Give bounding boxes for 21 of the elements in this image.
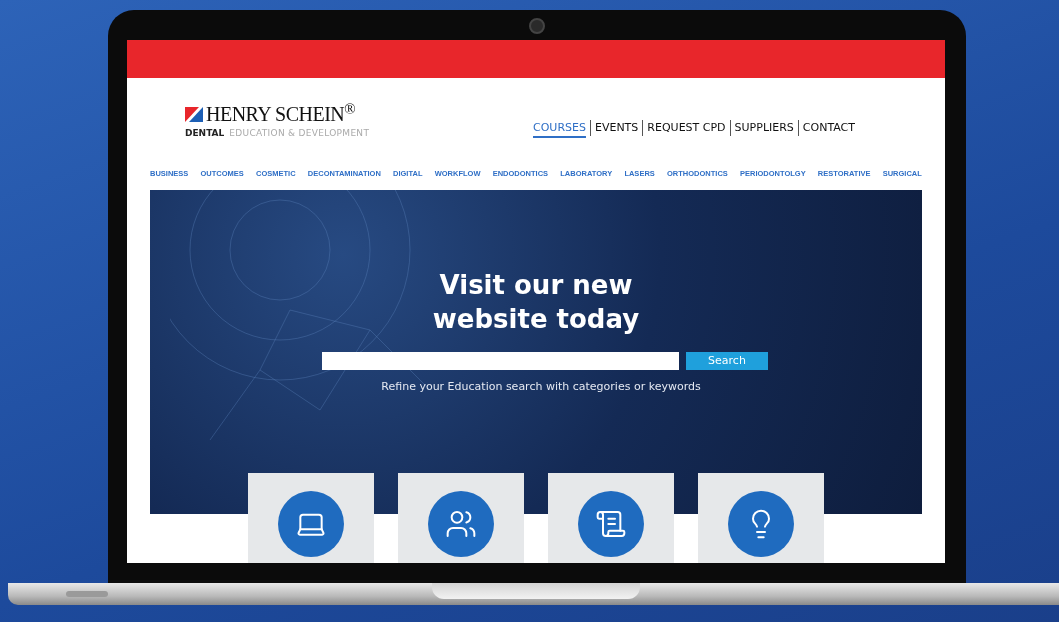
- nav-link[interactable]: COURSES: [529, 120, 590, 136]
- category-card[interactable]: [248, 473, 374, 563]
- search-field[interactable]: [322, 352, 679, 370]
- category-card[interactable]: [548, 473, 674, 563]
- people-icon: [445, 508, 477, 540]
- tagline: EDUCATION & DEVELOPMENT: [229, 127, 370, 140]
- category-card[interactable]: [398, 473, 524, 563]
- nav-link[interactable]: CONTACT: [797, 120, 859, 136]
- nav-link[interactable]: EVENTS: [589, 120, 643, 136]
- scroll-icon: [595, 508, 627, 540]
- search-button[interactable]: Search: [686, 352, 768, 370]
- port-icon: [66, 591, 108, 597]
- logo-icon: [185, 106, 203, 122]
- category-card[interactable]: [698, 473, 824, 563]
- hero-title: Visit our new website today: [432, 269, 640, 336]
- search-hint: Refine your Education search with categories or keywords: [381, 379, 701, 395]
- brand-name: HENRY SCHEIN$^{®}$: [206, 104, 356, 124]
- nav-link[interactable]: REQUEST CPD: [642, 120, 730, 136]
- nav-link[interactable]: SUPPLIERS: [729, 120, 798, 136]
- camera-icon: [529, 18, 545, 34]
- division-label: DENTAL: [185, 127, 225, 140]
